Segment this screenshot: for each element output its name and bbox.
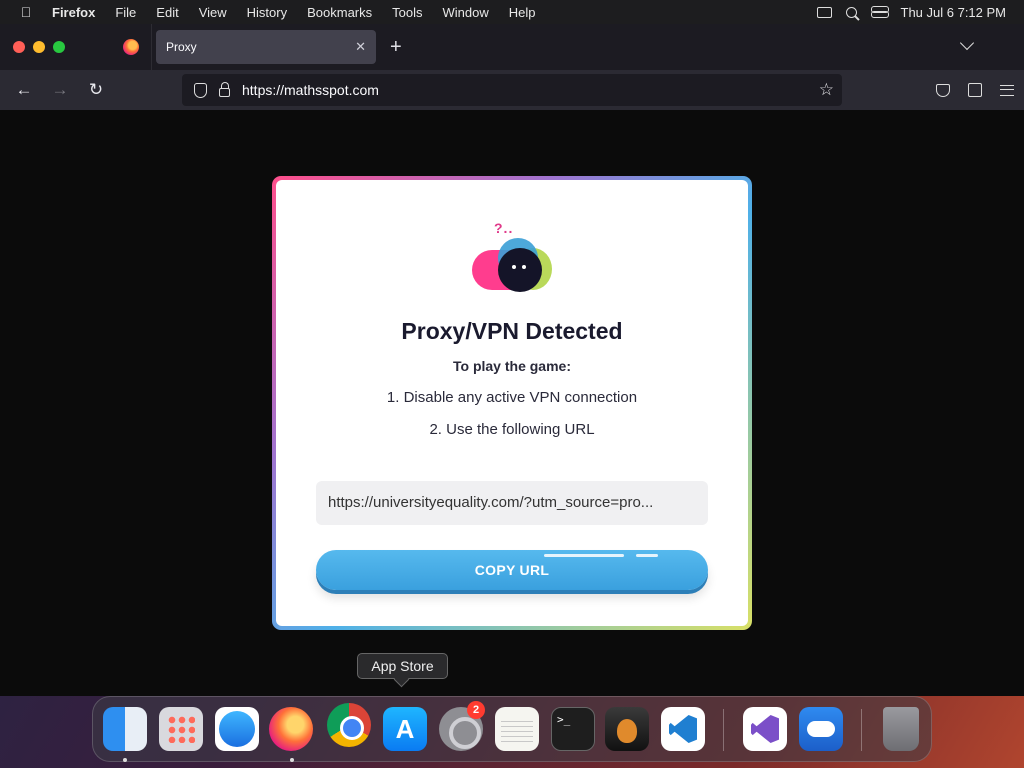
menu-app-name[interactable]: Firefox	[52, 5, 105, 20]
visual-studio-icon[interactable]	[743, 707, 787, 751]
tab-title: Proxy	[166, 40, 197, 54]
mascot-face	[498, 248, 542, 292]
browser-window: Proxy ✕ + ← → ↻ https://mathsspot.com ☆ …	[0, 24, 1024, 696]
pinned-tab-firefox[interactable]	[110, 24, 152, 70]
mascot-question-mark: ?..	[494, 220, 514, 236]
forward-icon[interactable]: →	[42, 80, 78, 100]
button-shine	[636, 554, 658, 557]
url-bar[interactable]: https://mathsspot.com ☆	[182, 74, 842, 106]
reload-icon[interactable]: ↻	[78, 80, 114, 100]
menu-tools[interactable]: Tools	[382, 5, 432, 20]
close-tab-icon[interactable]: ✕	[355, 39, 366, 55]
extensions-icon[interactable]	[968, 83, 982, 97]
tab-proxy[interactable]: Proxy ✕	[156, 30, 376, 64]
apple-icon[interactable]: 	[0, 4, 52, 20]
back-icon[interactable]: ←	[6, 80, 42, 100]
chrome-icon[interactable]	[327, 703, 371, 747]
dialog-title: Proxy/VPN Detected	[401, 318, 623, 344]
dock: A 2 >_	[92, 696, 932, 762]
dock-separator	[861, 709, 862, 751]
menu-window[interactable]: Window	[433, 5, 499, 20]
vscode-icon[interactable]	[661, 707, 705, 751]
proxy-dialog: ?.. Proxy/VPN Detected To play the game:…	[276, 180, 748, 626]
dock-tooltip: App Store	[357, 653, 448, 679]
mascot-illustration: ?..	[472, 220, 556, 292]
control-center-icon[interactable]	[870, 6, 889, 18]
menu-help[interactable]: Help	[499, 5, 546, 20]
spotlight-search-icon[interactable]	[845, 6, 857, 18]
firefox-dock-icon[interactable]	[269, 707, 313, 751]
notification-badge: 2	[467, 701, 485, 719]
lock-icon[interactable]	[219, 81, 230, 97]
textedit-icon[interactable]	[495, 707, 539, 751]
launchpad-icon[interactable]	[159, 707, 203, 751]
terminal-icon[interactable]: >_	[551, 707, 595, 751]
toolbar-right	[936, 70, 1014, 110]
dialog-subtitle: To play the game:	[453, 358, 571, 374]
menu-view[interactable]: View	[189, 5, 237, 20]
pocket-icon[interactable]	[936, 83, 950, 97]
navigation-bar: ← → ↻ https://mathsspot.com ☆	[0, 70, 1024, 110]
running-indicator	[290, 758, 294, 762]
garageband-icon[interactable]	[605, 707, 649, 751]
copy-url-button[interactable]: COPY URL	[316, 550, 708, 590]
proxy-dialog-border: ?.. Proxy/VPN Detected To play the game:…	[272, 176, 752, 630]
instruction-step-2: 2. Use the following URL	[429, 421, 595, 438]
menu-edit[interactable]: Edit	[146, 5, 188, 20]
tab-bar: Proxy ✕ +	[0, 24, 1024, 70]
dock-separator	[723, 709, 724, 751]
button-shine	[544, 554, 624, 557]
running-indicator	[123, 758, 127, 762]
list-all-tabs-icon[interactable]	[959, 35, 975, 51]
close-window-button[interactable]	[13, 41, 25, 53]
menu-bar:  Firefox File Edit View History Bookmar…	[0, 0, 1024, 24]
new-tab-icon[interactable]: +	[390, 36, 402, 59]
alternate-url-field[interactable]	[316, 481, 708, 525]
minimize-window-button[interactable]	[33, 41, 45, 53]
copy-url-label: COPY URL	[474, 562, 550, 578]
bookmark-star-icon[interactable]: ☆	[819, 80, 834, 100]
firefox-icon	[122, 39, 139, 55]
trash-icon[interactable]	[883, 707, 919, 751]
menu-file[interactable]: File	[105, 5, 146, 20]
menu-bookmarks[interactable]: Bookmarks	[297, 5, 382, 20]
page-content: ?.. Proxy/VPN Detected To play the game:…	[0, 110, 1024, 696]
tracking-protection-icon[interactable]	[194, 82, 207, 98]
screen-mirroring-icon[interactable]	[816, 6, 832, 18]
menu-bar-status: Thu Jul 6 7:12 PM	[816, 5, 1024, 20]
instruction-step-1: 1. Disable any active VPN connection	[386, 389, 638, 406]
safari-icon[interactable]	[215, 707, 259, 751]
window-controls	[0, 41, 110, 53]
weather-icon[interactable]	[799, 707, 843, 751]
zoom-window-button[interactable]	[53, 41, 65, 53]
url-text[interactable]: https://mathsspot.com	[242, 82, 379, 98]
app-store-icon[interactable]: A	[383, 707, 427, 751]
menu-hamburger-icon[interactable]	[1000, 84, 1014, 96]
menu-clock[interactable]: Thu Jul 6 7:12 PM	[901, 5, 1007, 20]
finder-icon[interactable]	[103, 707, 147, 751]
menu-history[interactable]: History	[237, 5, 297, 20]
